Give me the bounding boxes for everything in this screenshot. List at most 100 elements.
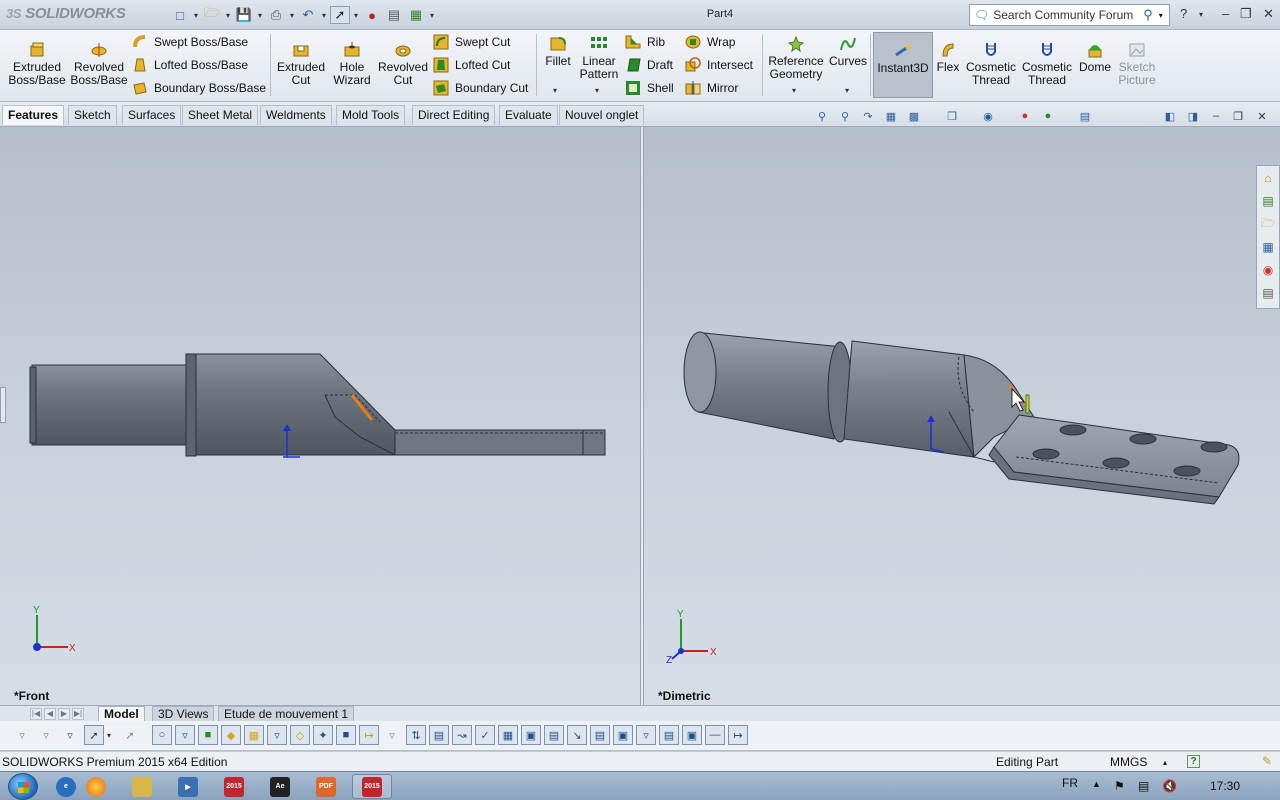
filter-tables-icon[interactable]: — xyxy=(705,725,725,745)
swept-boss-button[interactable]: Swept Boss/Base xyxy=(132,32,248,52)
taskbar-app-firefox[interactable] xyxy=(76,774,116,799)
language-indicator[interactable]: FR xyxy=(1062,776,1078,790)
restore-icon[interactable]: ❐ xyxy=(1240,6,1252,22)
hide-show-items-icon[interactable]: ◉ xyxy=(980,110,996,124)
filter-icon[interactable]: ▿ xyxy=(12,725,32,745)
unit-system-selector[interactable]: MMGS xyxy=(1110,755,1147,769)
filter-surfaces-icon[interactable]: ◆ xyxy=(221,725,241,745)
filter-center-marks-icon[interactable]: ▿ xyxy=(382,725,402,745)
filter-connection-points-icon[interactable]: ↦ xyxy=(728,725,748,745)
file-properties-icon[interactable]: ▤ xyxy=(384,6,404,24)
filter-blocks-icon[interactable]: ▤ xyxy=(659,725,679,745)
chevron-down-icon[interactable]: ▾ xyxy=(224,11,232,20)
taskbar-app-solidworks[interactable]: 2015 xyxy=(214,774,254,799)
previous-view-icon[interactable]: ↷ xyxy=(860,110,876,124)
chevron-down-icon[interactable]: ▾ xyxy=(595,86,599,95)
help-icon[interactable]: ? xyxy=(1180,6,1187,21)
filter-midpoints-icon[interactable]: ↦ xyxy=(359,725,379,745)
custom-properties-icon[interactable]: ▤ xyxy=(1257,282,1279,304)
select-arrow-icon[interactable]: ➚ xyxy=(330,6,350,24)
select-other-icon[interactable]: ➚ xyxy=(120,725,140,745)
filter-solid-bodies-icon[interactable]: ▦ xyxy=(244,725,264,745)
view-settings-icon[interactable]: ▤ xyxy=(1077,110,1093,124)
extruded-cut-button[interactable]: Extruded Cut xyxy=(274,42,328,87)
filter-surface-finish-icon[interactable]: ✓ xyxy=(475,725,495,745)
wrap-button[interactable]: Wrap xyxy=(685,32,735,52)
chevron-down-icon[interactable]: ▾ xyxy=(192,11,200,20)
shell-button[interactable]: Shell xyxy=(625,78,674,98)
display-style-icon[interactable]: ❐ xyxy=(944,110,960,124)
tab-direct-editing[interactable]: Direct Editing xyxy=(412,105,496,125)
search-icon[interactable]: ⚲ xyxy=(1143,7,1153,23)
filter-planes-icon[interactable]: ◇ xyxy=(290,725,310,745)
boundary-boss-button[interactable]: Boundary Boss/Base xyxy=(132,78,266,98)
new-document-icon[interactable]: □ xyxy=(170,6,190,24)
next-tab-icon[interactable]: ▶ xyxy=(58,708,70,720)
mirror-button[interactable]: Mirror xyxy=(685,78,738,98)
fillet-button[interactable]: Fillet xyxy=(540,36,576,68)
chevron-down-icon[interactable]: ▾ xyxy=(792,86,796,95)
volume-muted-icon[interactable]: 🔇 xyxy=(1162,779,1177,793)
boundary-cut-button[interactable]: Boundary Cut xyxy=(433,78,528,98)
filter-datum-icon[interactable]: ▣ xyxy=(521,725,541,745)
filter-weld-icon[interactable]: ▦ xyxy=(498,725,518,745)
tab-surfaces[interactable]: Surfaces xyxy=(122,105,182,125)
filter-dowel-pin-icon[interactable]: ▣ xyxy=(613,725,633,745)
save-icon[interactable]: 💾 xyxy=(234,6,254,24)
tile-left-icon[interactable]: ◧ xyxy=(1162,110,1178,124)
chevron-down-icon[interactable]: ▾ xyxy=(104,725,114,745)
dome-button[interactable]: Dome xyxy=(1077,42,1113,74)
chevron-down-icon[interactable]: ▾ xyxy=(288,11,296,20)
zoom-to-fit-icon[interactable]: ⚲ xyxy=(814,110,830,124)
filter-vertices-icon[interactable]: ○ xyxy=(152,725,172,745)
lofted-cut-button[interactable]: Lofted Cut xyxy=(433,55,510,75)
apply-scene-icon[interactable]: ● xyxy=(1040,110,1056,124)
hole-wizard-button[interactable]: Hole Wizard xyxy=(330,42,374,87)
revolved-boss-button[interactable]: Revolved Boss/Base xyxy=(70,42,128,87)
first-tab-icon[interactable]: |◀ xyxy=(30,708,42,720)
app-logo[interactable]: 3S SOLIDWORKS xyxy=(6,5,126,22)
front-viewport[interactable]: Y X *Front xyxy=(0,127,640,705)
network-icon[interactable]: ▤ xyxy=(1138,779,1149,793)
chevron-down-icon[interactable]: ▾ xyxy=(1199,10,1203,19)
reference-geometry-button[interactable]: Reference Geometry xyxy=(766,36,826,81)
cosmetic-thread-button-2[interactable]: Cosmetic Thread xyxy=(1020,42,1074,87)
file-explorer-icon[interactable]: 🗁 xyxy=(1257,213,1279,235)
options-icon[interactable]: ▦ xyxy=(406,6,426,24)
dimetric-viewport[interactable]: Y X Z *Dimetric xyxy=(644,127,1280,705)
clock[interactable]: 17:30 xyxy=(1210,779,1240,793)
tab-motion-study[interactable]: Etude de mouvement 1 xyxy=(218,706,355,722)
taskbar-app-solidworks-active[interactable]: 2015 xyxy=(352,774,392,799)
tab-nouvel-onglet[interactable]: Nouvel onglet xyxy=(559,105,645,125)
view-orientation-icon[interactable]: ▩ xyxy=(906,110,922,124)
zoom-to-area-icon[interactable]: ⚲ xyxy=(837,110,853,124)
tile-right-icon[interactable]: ◨ xyxy=(1185,110,1201,124)
last-tab-icon[interactable]: ▶| xyxy=(72,708,84,720)
intersect-button[interactable]: Intersect xyxy=(685,55,753,75)
tab-sketch[interactable]: Sketch xyxy=(68,105,117,125)
taskbar-app-ae[interactable]: Ae xyxy=(260,774,300,799)
filter-cosmetic-weld-icon[interactable]: ▿ xyxy=(636,725,656,745)
chevron-down-icon[interactable]: ▾ xyxy=(320,11,328,20)
close-icon[interactable]: ✕ xyxy=(1263,6,1274,22)
taskbar-app-pdf[interactable]: PDF xyxy=(306,774,346,799)
quick-tips-help-icon[interactable]: ? xyxy=(1187,755,1200,768)
print-icon[interactable]: ⎙ xyxy=(266,6,286,24)
linear-pattern-button[interactable]: Linear Pattern xyxy=(578,36,620,81)
filter-balloons-icon[interactable]: ▣ xyxy=(682,725,702,745)
filter-cosmetic-thread-icon[interactable]: ↘ xyxy=(567,725,587,745)
prev-tab-icon[interactable]: ◀ xyxy=(44,708,56,720)
start-button[interactable] xyxy=(8,773,38,800)
appearances-icon[interactable]: ◉ xyxy=(1257,259,1279,281)
filter-axes-icon[interactable]: ▿ xyxy=(267,725,287,745)
action-center-flag-icon[interactable]: ⚑ xyxy=(1114,779,1125,793)
tab-mold-tools[interactable]: Mold Tools xyxy=(336,105,406,125)
rebuild-traffic-light-icon[interactable]: ● xyxy=(362,6,382,24)
close-icon[interactable]: ✕ xyxy=(1254,110,1270,124)
tab-sheet-metal[interactable]: Sheet Metal xyxy=(182,105,259,125)
filter-datum-target-icon[interactable]: ▤ xyxy=(544,725,564,745)
section-view-icon[interactable]: ▦ xyxy=(883,110,899,124)
restore-icon[interactable]: ❐ xyxy=(1230,110,1246,124)
chevron-down-icon[interactable]: ▾ xyxy=(352,11,360,20)
search-box[interactable]: 🗨 ⚲ ▾ xyxy=(969,4,1170,26)
